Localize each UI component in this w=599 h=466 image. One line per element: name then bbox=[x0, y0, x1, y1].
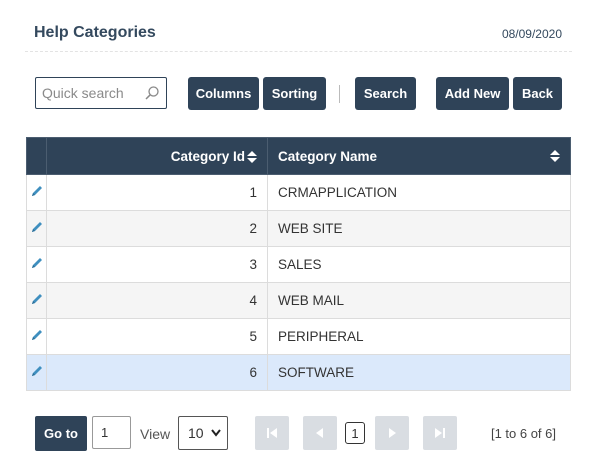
quick-search-input[interactable] bbox=[42, 84, 142, 102]
table-row[interactable]: 5 PERIPHERAL bbox=[26, 318, 571, 355]
edit-column-header bbox=[26, 137, 47, 175]
search-button[interactable]: Search bbox=[355, 77, 416, 110]
pencil-icon[interactable] bbox=[30, 220, 44, 234]
category-id-cell: 1 bbox=[46, 174, 268, 211]
table-header-row: Category Id Category Name bbox=[26, 137, 571, 175]
toolbar-divider bbox=[339, 85, 340, 103]
table-row[interactable]: 3 SALES bbox=[26, 246, 571, 283]
first-page-icon bbox=[267, 428, 277, 438]
view-label: View bbox=[140, 426, 171, 442]
category-id-cell: 5 bbox=[46, 318, 268, 355]
pencil-icon[interactable] bbox=[30, 364, 44, 378]
category-id-cell: 4 bbox=[46, 282, 268, 319]
pencil-icon[interactable] bbox=[30, 292, 44, 306]
add-new-button[interactable]: Add New bbox=[436, 77, 509, 110]
search-icon[interactable] bbox=[144, 85, 160, 101]
page-size-select[interactable]: 10 bbox=[178, 416, 228, 450]
edit-cell[interactable] bbox=[26, 354, 47, 391]
last-page-icon bbox=[435, 428, 445, 438]
category-name-cell: SOFTWARE bbox=[267, 354, 571, 391]
categories-table: Category Id Category Name 1 CRMAPPLICATI… bbox=[26, 137, 571, 391]
category-name-cell: WEB MAIL bbox=[267, 282, 571, 319]
chevron-right-icon bbox=[389, 428, 396, 438]
sorting-button[interactable]: Sorting bbox=[263, 77, 326, 110]
table-row-selected[interactable]: 6 SOFTWARE bbox=[26, 354, 571, 391]
chevron-left-icon bbox=[316, 428, 323, 438]
column-header-label: Category Id bbox=[170, 148, 245, 164]
go-to-button[interactable]: Go to bbox=[35, 416, 87, 451]
pagination-info: [1 to 6 of 6] bbox=[490, 426, 556, 441]
edit-cell[interactable] bbox=[26, 318, 47, 355]
edit-cell[interactable] bbox=[26, 174, 47, 211]
table-row[interactable]: 4 WEB MAIL bbox=[26, 282, 571, 319]
category-name-cell: SALES bbox=[267, 246, 571, 283]
category-id-cell: 6 bbox=[46, 354, 268, 391]
back-button[interactable]: Back bbox=[513, 77, 562, 110]
last-page-button[interactable] bbox=[423, 416, 457, 450]
go-to-page-input[interactable]: 1 bbox=[92, 416, 131, 449]
chevron-down-icon bbox=[211, 429, 221, 437]
column-header-category-id[interactable]: Category Id bbox=[46, 137, 268, 175]
next-page-button[interactable] bbox=[375, 416, 409, 450]
previous-page-button[interactable] bbox=[303, 416, 337, 450]
category-name-cell: WEB SITE bbox=[267, 210, 571, 247]
pencil-icon[interactable] bbox=[30, 184, 44, 198]
quick-search-box[interactable] bbox=[35, 77, 167, 109]
category-id-cell: 2 bbox=[46, 210, 268, 247]
category-name-cell: PERIPHERAL bbox=[267, 318, 571, 355]
edit-cell[interactable] bbox=[26, 246, 47, 283]
edit-cell[interactable] bbox=[26, 210, 47, 247]
first-page-button[interactable] bbox=[255, 416, 289, 450]
columns-button[interactable]: Columns bbox=[188, 77, 259, 110]
table-row[interactable]: 2 WEB SITE bbox=[26, 210, 571, 247]
pencil-icon[interactable] bbox=[30, 328, 44, 342]
table-row[interactable]: 1 CRMAPPLICATION bbox=[26, 174, 571, 211]
category-id-cell: 3 bbox=[46, 246, 268, 283]
edit-cell[interactable] bbox=[26, 282, 47, 319]
sort-icon[interactable] bbox=[550, 150, 560, 162]
category-name-cell: CRMAPPLICATION bbox=[267, 174, 571, 211]
column-header-category-name[interactable]: Category Name bbox=[267, 137, 571, 175]
page-size-value: 10 bbox=[188, 425, 204, 441]
page-date: 08/09/2020 bbox=[501, 27, 562, 41]
pencil-icon[interactable] bbox=[30, 256, 44, 270]
page-title: Help Categories bbox=[34, 24, 156, 41]
page-header: Help Categories 08/09/2020 bbox=[25, 14, 572, 52]
sort-icon[interactable] bbox=[247, 150, 257, 163]
column-header-label: Category Name bbox=[278, 148, 378, 164]
current-page-indicator[interactable]: 1 bbox=[345, 422, 365, 444]
